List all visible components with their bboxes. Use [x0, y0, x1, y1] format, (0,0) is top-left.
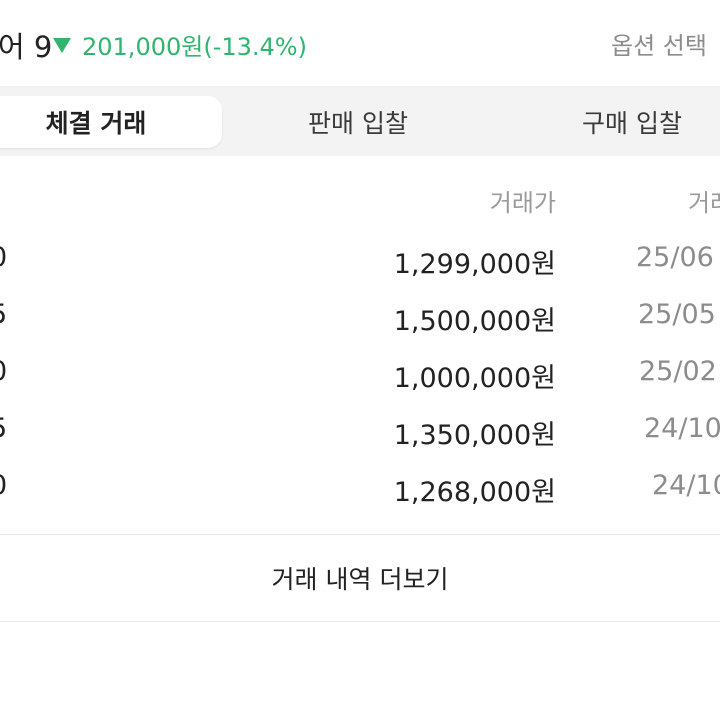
- table-row: 5 1,350,000원 24/10: [0, 401, 720, 458]
- tab-executed-trades[interactable]: 체결 거래: [0, 96, 222, 148]
- row-date: 25/02: [639, 356, 717, 387]
- row-date: 24/10: [644, 413, 720, 444]
- column-header-date: 거래일: [688, 189, 720, 217]
- price-header: 어 9 201,000원(-13.4%) 옵션 선택: [0, 0, 720, 86]
- row-date: 25/06: [636, 242, 714, 273]
- row-price: 1,000,000원: [393, 363, 556, 394]
- row-size: 0: [0, 470, 7, 501]
- table-row: 0 1,000,000원 25/02: [0, 344, 720, 401]
- table-row: 0 1,299,000원 25/06: [0, 230, 720, 287]
- row-date: 25/05: [638, 299, 716, 330]
- table-row: 5 1,500,000원 25/05: [0, 287, 720, 344]
- column-header-price: 거래가: [489, 189, 556, 217]
- divider: [0, 621, 720, 622]
- row-price: 1,500,000원: [393, 306, 556, 337]
- product-title-fragment: 어 9: [0, 30, 53, 64]
- row-price: 1,268,000원: [393, 477, 556, 508]
- trade-history-screen: 어 9 201,000원(-13.4%) 옵션 선택 체결 거래 판매 입찰 구…: [0, 0, 720, 720]
- row-size: 5: [0, 299, 7, 330]
- triangle-down-icon: [53, 38, 71, 53]
- tab-buy-bids[interactable]: 구매 입찰: [532, 96, 720, 148]
- table-row: 0 1,268,000원 24/10: [0, 458, 720, 515]
- price-change-text: 201,000원(-13.4%): [82, 33, 307, 61]
- tab-sell-bids[interactable]: 판매 입찰: [258, 96, 458, 148]
- row-date: 24/10: [652, 470, 720, 501]
- row-size: 5: [0, 413, 7, 444]
- trade-tab-bar: 체결 거래 판매 입찰 구매 입찰: [0, 86, 720, 156]
- view-more-trades-button[interactable]: 거래 내역 더보기: [0, 535, 720, 621]
- row-size: 0: [0, 242, 7, 273]
- row-price: 1,350,000원: [393, 420, 556, 451]
- price-change: 201,000원(-13.4%): [53, 27, 307, 62]
- row-size: 0: [0, 356, 7, 387]
- option-select-button[interactable]: 옵션 선택: [611, 26, 707, 61]
- row-price: 1,299,000원: [393, 249, 556, 280]
